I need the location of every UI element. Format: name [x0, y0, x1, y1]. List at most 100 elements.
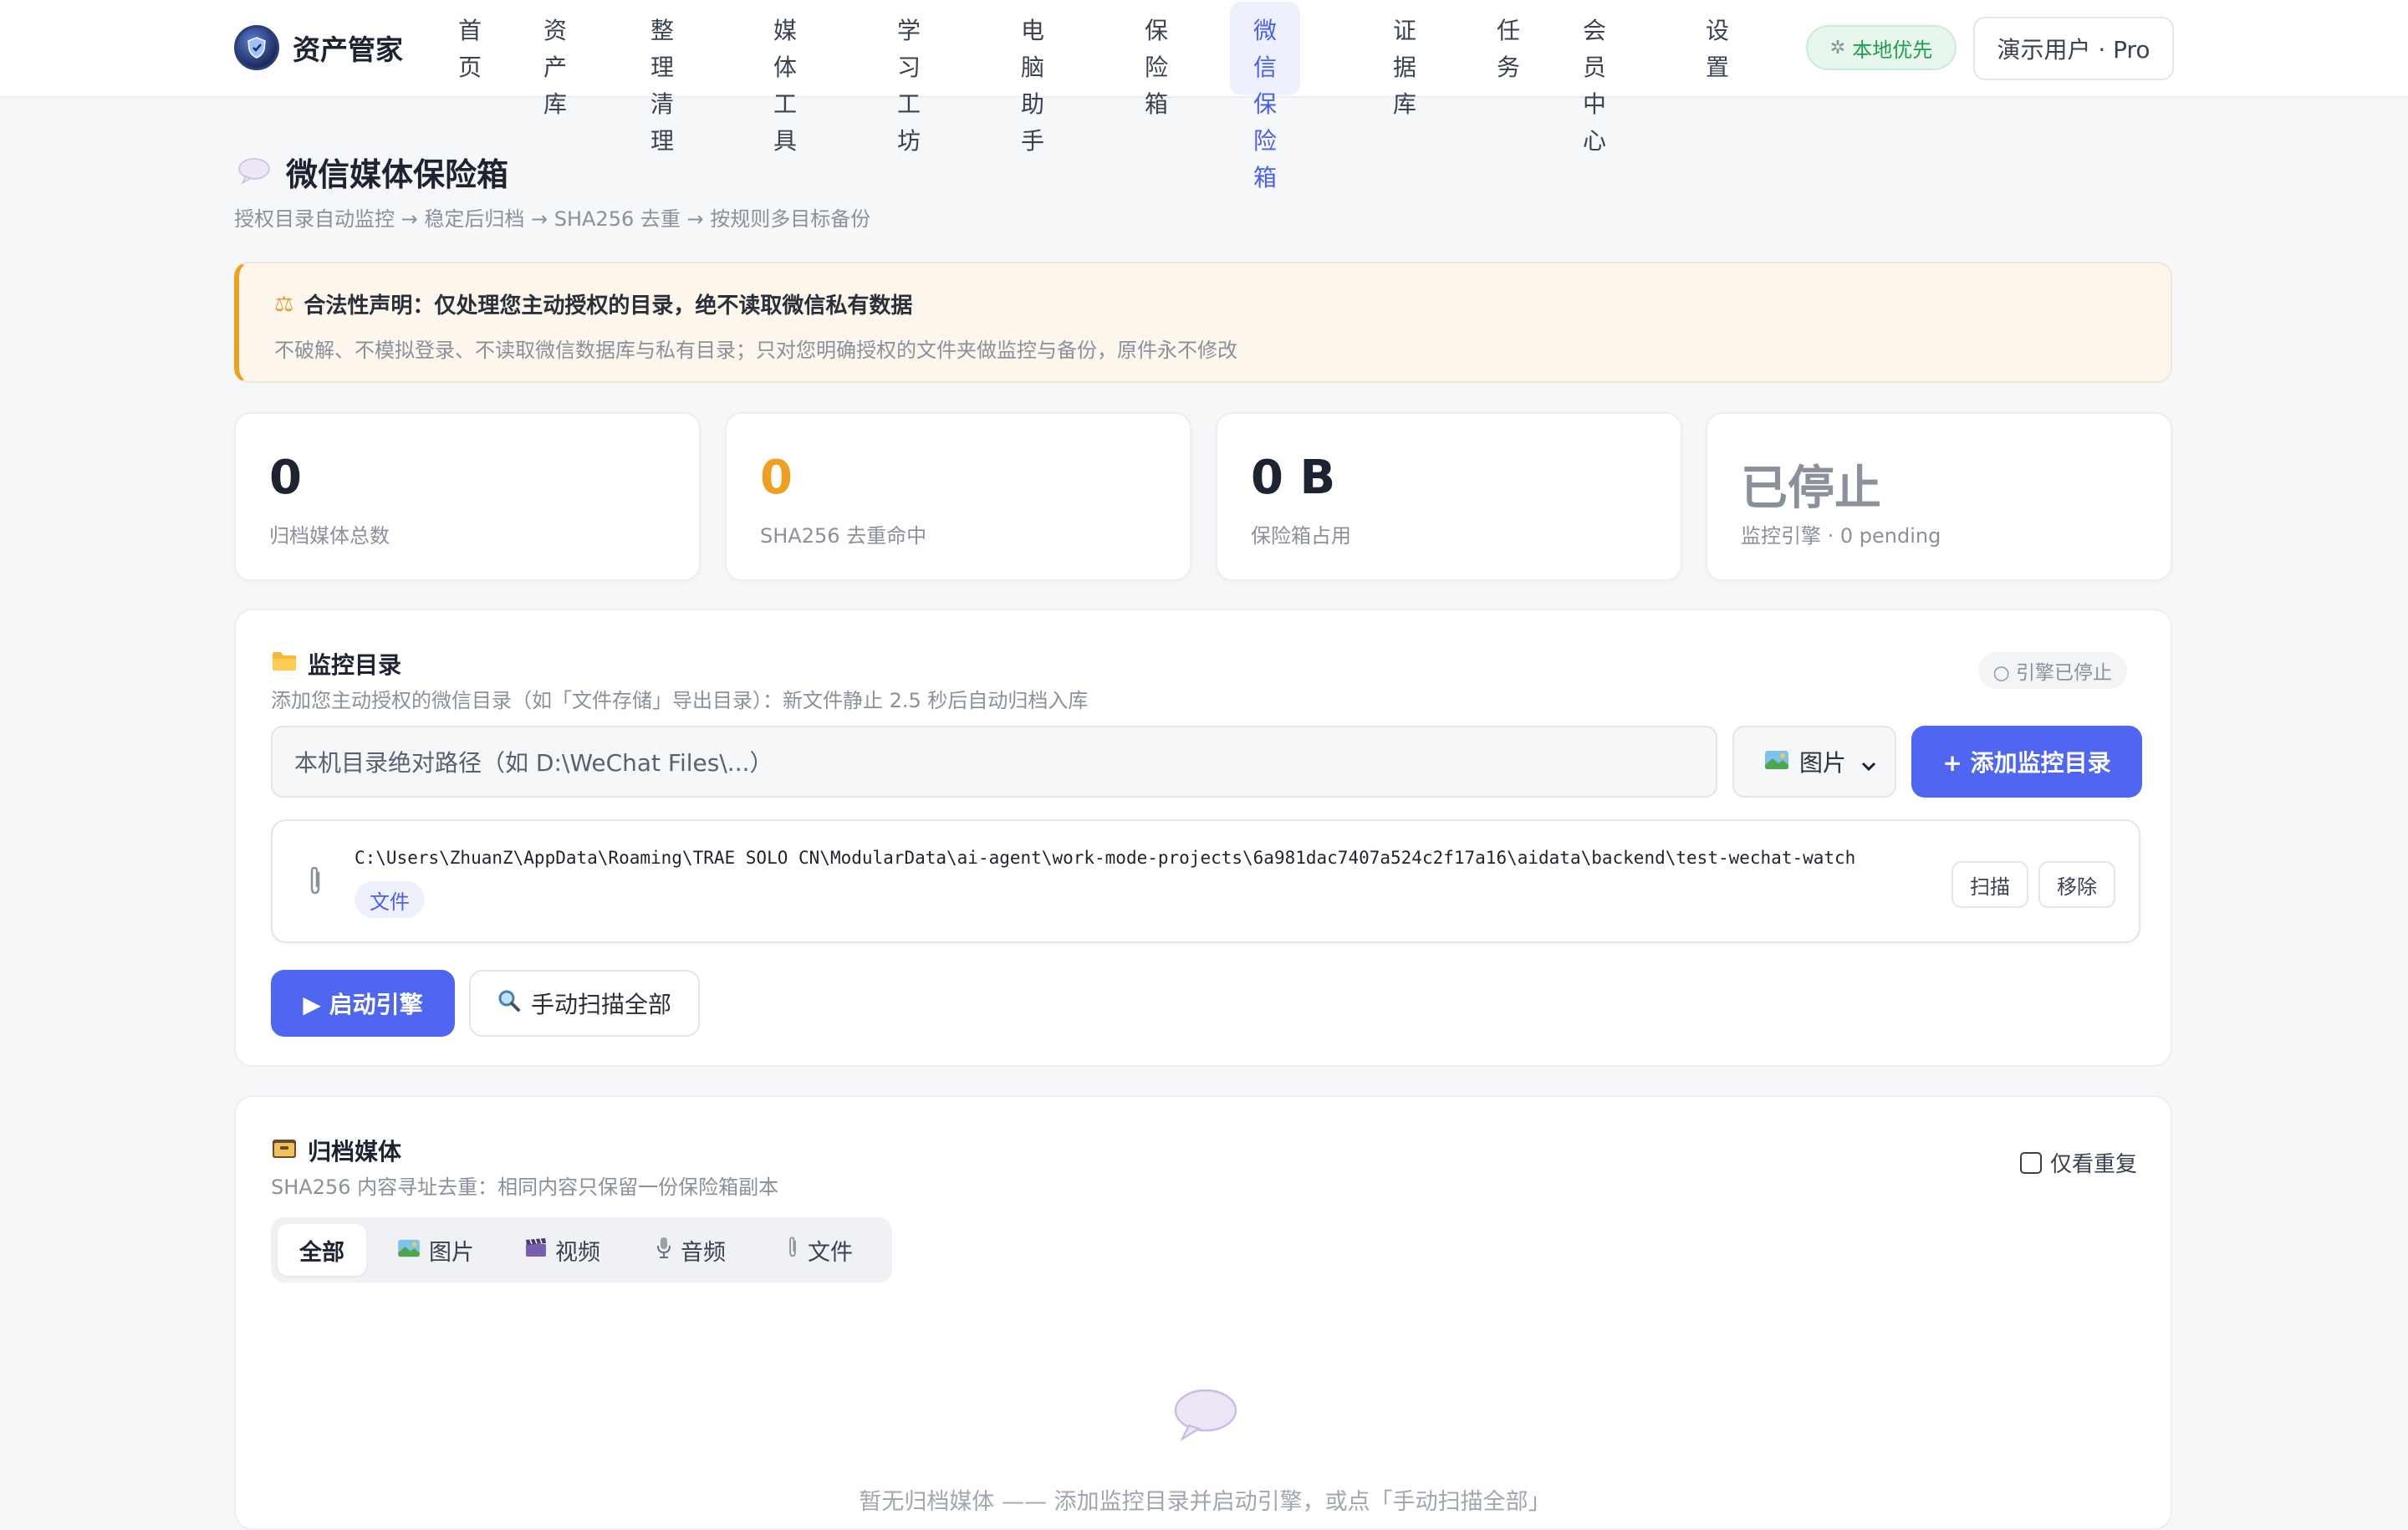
page-title: 微信媒体保险箱 — [237, 149, 508, 195]
nav-item-label: 电脑助 手 — [1021, 17, 1045, 155]
engine-status-chip: ○ 引擎已停止 — [1977, 652, 2127, 689]
directory-row: C:\Users\ZhuanZ\AppData\Roaming\TRAE SOL… — [271, 819, 2140, 943]
add-directory-button[interactable]: + 添加监控目录 — [1911, 726, 2142, 798]
nav-item-label: 会员中 心 — [1583, 17, 1607, 155]
stat-card-total: 0 归档媒体总数 — [234, 412, 701, 581]
nav-item-asset-library[interactable]: 资产 库 — [520, 0, 590, 118]
magnifier-icon — [497, 989, 521, 1018]
nav-item-organize[interactable]: 整理清 理 — [627, 0, 697, 155]
nav-item-label: 证据 库 — [1393, 17, 1417, 118]
paperclip-icon — [306, 866, 324, 900]
archive-subtitle: SHA256 内容寻址去重：相同内容只保留一份保险箱副本 — [271, 1176, 779, 1199]
nav-item-pc-assistant[interactable]: 电脑助 手 — [997, 0, 1068, 155]
tab-audio[interactable]: 音频 — [634, 1224, 747, 1276]
media-type-value: 图片 — [1799, 749, 1847, 777]
scan-button[interactable]: 扫描 — [1951, 861, 2028, 908]
nav-item-label: 任 务 — [1497, 17, 1521, 81]
monitor-subtitle: 添加您主动授权的微信目录（如「文件存储」导出目录）：新文件静止 2.5 秒后自动… — [271, 689, 1089, 712]
nav-item-tasks[interactable]: 任 务 — [1473, 0, 1543, 98]
image-icon — [397, 1237, 421, 1263]
nav-item-label: 资产 库 — [543, 17, 568, 118]
nav-item-label: 设 置 — [1706, 17, 1730, 81]
checkbox-box[interactable] — [2019, 1151, 2042, 1174]
speech-bubble-icon — [237, 156, 271, 188]
stat-label: 监控引擎 · 0 pending — [1741, 524, 1941, 548]
scales-icon: ⚖ — [274, 291, 294, 317]
only-duplicates-checkbox[interactable]: 仅看重复 — [2019, 1147, 2137, 1178]
archived-media-card: 归档媒体 SHA256 内容寻址去重：相同内容只保留一份保险箱副本 仅看重复 全… — [234, 1095, 2172, 1530]
legal-notice: ⚖ 合法性声明：仅处理您主动授权的目录，绝不读取微信私有数据 不破解、不模拟登录… — [234, 262, 2172, 383]
page-title-text: 微信媒体保险箱 — [286, 156, 509, 193]
directory-path-input[interactable]: 本机目录绝对路径（如 D:\WeChat Files\...） — [271, 726, 1717, 798]
start-engine-button[interactable]: ▶ 启动引擎 — [271, 970, 455, 1037]
mic-icon — [656, 1236, 672, 1265]
brand[interactable]: 资产管家 — [234, 23, 403, 72]
stat-label: 保险箱占用 — [1251, 524, 1351, 548]
gear-icon: ✲ — [1829, 37, 1846, 59]
nav-item-settings[interactable]: 设 置 — [1682, 0, 1752, 98]
empty-speech-bubble-icon — [1172, 1385, 1239, 1446]
chevron-down-icon — [1861, 751, 1876, 778]
nav-item-home[interactable]: 首 页 — [435, 0, 505, 98]
paperclip-icon — [786, 1236, 799, 1265]
tab-videos[interactable]: 视频 — [503, 1224, 622, 1276]
tab-files[interactable]: 文件 — [764, 1224, 875, 1276]
folder-icon — [271, 650, 298, 678]
card-title: 监控目录 — [271, 647, 401, 681]
tab-label: 音频 — [681, 1239, 726, 1266]
only-duplicates-label: 仅看重复 — [2049, 1152, 2137, 1177]
shield-logo-icon — [234, 25, 279, 70]
user-button[interactable]: 演示用户 · Pro — [1973, 17, 2174, 80]
stat-label: SHA256 去重命中 — [760, 524, 927, 548]
stat-value: 0 — [760, 451, 793, 505]
empty-state-text: 暂无归档媒体 —— 添加监控目录并启动引擎，或点「手动扫描全部」 — [859, 1489, 1551, 1515]
stat-label: 归档媒体总数 — [269, 524, 390, 548]
tab-label: 文件 — [808, 1239, 853, 1266]
directory-type-tag: 文件 — [355, 881, 425, 918]
nav-item-label: 首 页 — [458, 17, 482, 81]
nav-item-evidence[interactable]: 证据 库 — [1370, 0, 1440, 118]
stat-value: 0 — [269, 451, 302, 505]
tab-all[interactable]: 全部 — [278, 1224, 366, 1276]
notice-body: 不破解、不模拟登录、不读取微信数据库与私有目录；只对您明确授权的文件夹做监控与备… — [274, 339, 1237, 362]
archive-box-icon — [271, 1136, 298, 1165]
local-first-badge: ✲ 本地优先 — [1806, 25, 1956, 70]
nav-item-media-tools[interactable]: 媒体工 具 — [750, 0, 820, 155]
stat-card-engine: 已停止 监控引擎 · 0 pending — [1706, 412, 2172, 581]
directory-path: C:\Users\ZhuanZ\AppData\Roaming\TRAE SOL… — [355, 848, 1856, 868]
remove-button[interactable]: 移除 — [2038, 861, 2115, 908]
media-type-select[interactable]: 图片 — [1732, 726, 1896, 798]
monitor-directories-card: 监控目录 添加您主动授权的微信目录（如「文件存储」导出目录）：新文件静止 2.5… — [234, 609, 2172, 1067]
monitor-title: 监控目录 — [308, 651, 402, 679]
tab-images[interactable]: 图片 — [375, 1224, 496, 1276]
nav-item-wechat-vault[interactable]: 微信保 险箱 — [1230, 2, 1301, 191]
stat-value: 0 B — [1251, 451, 1336, 505]
local-first-label: 本地优先 — [1852, 38, 1933, 62]
nav-item-label: 媒体工 具 — [773, 17, 798, 155]
stat-value: 已停止 — [1741, 462, 1881, 516]
image-icon — [1764, 748, 1789, 776]
media-type-tabs: 全部 图片 视频 音频 文件 — [271, 1217, 892, 1283]
nav-item-label: 保险 箱 — [1145, 17, 1169, 118]
manual-scan-label: 手动扫描全部 — [530, 991, 671, 1018]
app-name: 资产管家 — [293, 33, 403, 66]
stat-card-storage: 0 B 保险箱占用 — [1216, 412, 1682, 581]
nav-item-label: 学习工 坊 — [897, 17, 921, 155]
stat-card-dedup: 0 SHA256 去重命中 — [725, 412, 1191, 581]
nav-item-label: 整理清 理 — [650, 17, 675, 155]
notice-title-row: ⚖ 合法性声明：仅处理您主动授权的目录，绝不读取微信私有数据 — [274, 288, 912, 319]
page-subtitle: 授权目录自动监控 → 稳定后归档 → SHA256 去重 → 按规则多目标备份 — [234, 207, 871, 231]
tab-label: 视频 — [555, 1239, 600, 1266]
clapper-icon — [525, 1237, 547, 1263]
nav-item-label: 微信保 险箱 — [1253, 17, 1278, 191]
manual-scan-all-button[interactable]: 手动扫描全部 — [469, 970, 700, 1037]
nav-item-membership[interactable]: 会员中 心 — [1559, 0, 1630, 155]
notice-title: 合法性声明：仅处理您主动授权的目录，绝不读取微信私有数据 — [304, 293, 913, 319]
tab-label: 全部 — [299, 1239, 344, 1266]
nav-item-learning[interactable]: 学习工 坊 — [874, 0, 944, 155]
directory-path-placeholder: 本机目录绝对路径（如 D:\WeChat Files\...） — [294, 749, 773, 777]
archive-title: 归档媒体 — [308, 1138, 402, 1165]
tab-label: 图片 — [429, 1239, 474, 1266]
card-title: 归档媒体 — [271, 1134, 401, 1167]
nav-item-vault[interactable]: 保险 箱 — [1121, 0, 1191, 118]
